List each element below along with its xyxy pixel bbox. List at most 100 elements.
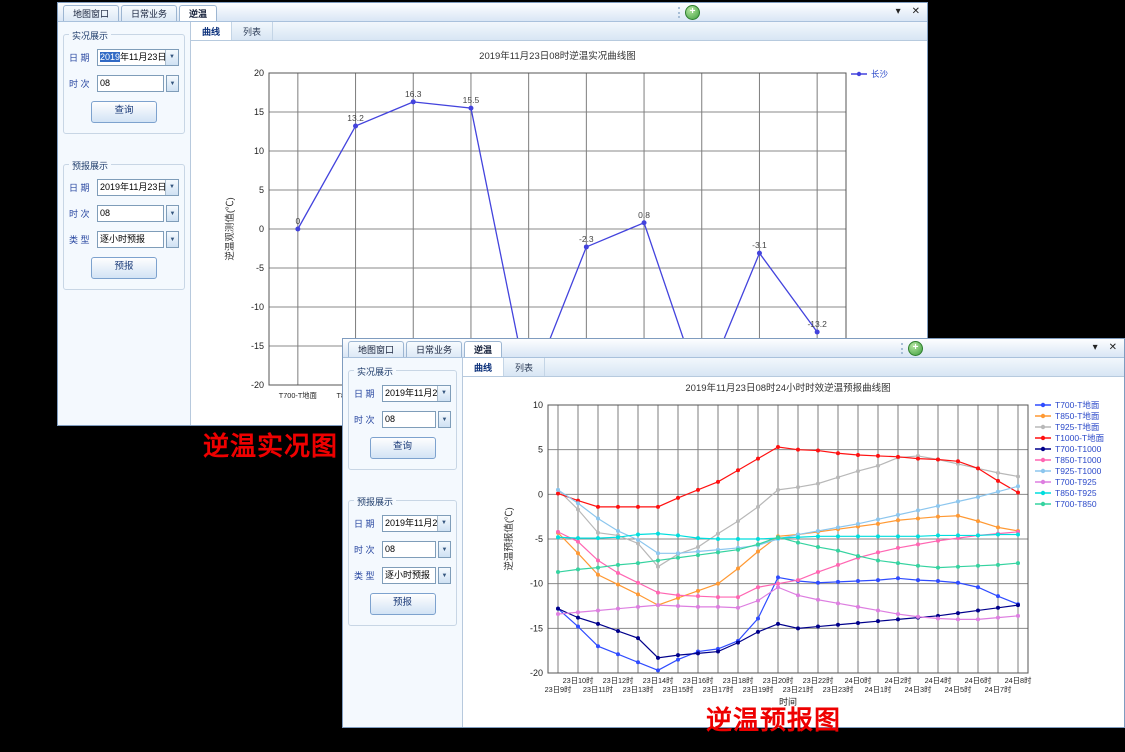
svg-text:10: 10 — [254, 146, 264, 156]
menu-arrow-icon[interactable]: ▾ — [1093, 341, 1098, 354]
svg-text:长沙: 长沙 — [871, 69, 889, 79]
tab-inversion[interactable]: 逆温 — [464, 341, 502, 357]
svg-text:-13.2: -13.2 — [807, 319, 827, 329]
time-label: 时 次 — [354, 413, 382, 426]
close-icon[interactable]: ✕ — [1109, 341, 1117, 354]
add-icon[interactable]: + — [908, 341, 923, 356]
svg-text:23日19时: 23日19时 — [743, 685, 775, 694]
forecast-time-input[interactable]: 08 — [97, 205, 164, 222]
live-display-group: 实况展示 日 期 2019年11月23日▼ 时 次 08 ▼ 查询 — [348, 370, 457, 470]
svg-text:24日2时: 24日2时 — [885, 676, 912, 685]
time-label: 时 次 — [354, 543, 382, 556]
svg-text:5: 5 — [538, 445, 543, 455]
view-tab-bar: 曲线 列表 — [463, 358, 1124, 377]
group-title: 预报展示 — [69, 159, 111, 172]
live-time-input[interactable]: 08 — [97, 75, 164, 92]
chevron-down-icon[interactable]: ▼ — [438, 541, 451, 558]
svg-text:23日12时: 23日12时 — [603, 676, 635, 685]
add-icon[interactable]: + — [685, 5, 700, 20]
menu-arrow-icon[interactable]: ▾ — [896, 5, 901, 18]
live-date-input[interactable]: 2019年11月23日▼ — [382, 385, 451, 402]
tab-map-window[interactable]: 地图窗口 — [348, 341, 404, 357]
svg-text:0: 0 — [538, 489, 543, 499]
svg-text:16.3: 16.3 — [405, 89, 422, 99]
forecast-display-group: 预报展示 日 期 2019年11月23日▼ 时 次 08 ▼ 类 型 逐小时预报… — [348, 500, 457, 626]
chevron-down-icon[interactable]: ▼ — [437, 386, 450, 401]
svg-text:-10: -10 — [530, 579, 543, 589]
tab-list[interactable]: 列表 — [504, 358, 545, 376]
svg-text:23日22时: 23日22时 — [803, 676, 835, 685]
inversion-forecast-chart: 1050-5-10-15-202019年11月23日08时24小时时效逆温预报曲… — [463, 377, 1124, 727]
mini-toolbar: + — [678, 5, 700, 20]
svg-text:T850-T1000: T850-T1000 — [1055, 455, 1102, 465]
tab-list[interactable]: 列表 — [232, 22, 273, 40]
forecast-type-input[interactable]: 逐小时预报 — [97, 231, 164, 248]
svg-text:0: 0 — [259, 224, 264, 234]
svg-text:10: 10 — [533, 400, 543, 410]
chevron-down-icon[interactable]: ▼ — [166, 205, 179, 222]
time-label: 时 次 — [69, 207, 97, 220]
svg-text:T700-T925: T700-T925 — [1055, 477, 1097, 487]
forecast-date-input[interactable]: 2019年11月23日▼ — [97, 179, 179, 196]
window-controls: ▾ ✕ — [1093, 341, 1117, 354]
svg-text:23日10时: 23日10时 — [563, 676, 595, 685]
chevron-down-icon[interactable]: ▼ — [166, 231, 179, 248]
svg-text:T850-T地面: T850-T地面 — [1055, 411, 1100, 421]
svg-text:23日15时: 23日15时 — [663, 685, 695, 694]
svg-text:23日11时: 23日11时 — [583, 685, 614, 694]
tab-curve[interactable]: 曲线 — [463, 358, 504, 376]
date-label: 日 期 — [354, 517, 382, 530]
query-button[interactable]: 查询 — [91, 101, 157, 123]
chevron-down-icon[interactable]: ▼ — [438, 411, 451, 428]
forecast-button[interactable]: 预报 — [370, 593, 436, 615]
caption-actual: 逆温实况图 — [203, 426, 338, 463]
svg-text:23日21时: 23日21时 — [783, 685, 815, 694]
date-label: 日 期 — [69, 51, 97, 64]
forecast-time-input[interactable]: 08 — [382, 541, 436, 558]
svg-text:24日6时: 24日6时 — [965, 676, 992, 685]
forecast-button[interactable]: 预报 — [91, 257, 157, 279]
svg-text:T700-T地面: T700-T地面 — [279, 391, 317, 400]
svg-text:23日16时: 23日16时 — [683, 676, 715, 685]
live-date-input[interactable]: 2019年11月23日▼ — [97, 49, 179, 66]
inversion-forecast-window: 地图窗口 日常业务 逆温 + ▾ ✕ 实况展示 日 期 2019年11月23日▼… — [342, 338, 1125, 728]
date-label: 日 期 — [354, 387, 382, 400]
forecast-type-input[interactable]: 逐小时预报 — [382, 567, 436, 584]
window-controls: ▾ ✕ — [896, 5, 920, 18]
chevron-down-icon[interactable]: ▼ — [166, 75, 179, 92]
query-button[interactable]: 查询 — [370, 437, 436, 459]
live-time-input[interactable]: 08 — [382, 411, 436, 428]
svg-text:23日20时: 23日20时 — [763, 676, 795, 685]
close-icon[interactable]: ✕ — [912, 5, 920, 18]
window-tab-bar-back: 地图窗口 日常业务 逆温 + ▾ ✕ — [58, 3, 927, 22]
chevron-down-icon[interactable]: ▼ — [165, 50, 178, 65]
drag-grip[interactable] — [678, 7, 680, 18]
tab-inversion[interactable]: 逆温 — [179, 5, 217, 21]
tab-daily-business[interactable]: 日常业务 — [121, 5, 177, 21]
svg-text:-2.3: -2.3 — [579, 234, 594, 244]
control-panel-back: 实况展示 日 期 2019年11月23日▼ 时 次 08 ▼ 查询 预报展示 日… — [58, 22, 191, 425]
svg-text:逆温预报值(℃): 逆温预报值(℃) — [503, 507, 515, 570]
type-label: 类 型 — [69, 233, 97, 246]
mini-toolbar: + — [901, 341, 923, 356]
group-title: 实况展示 — [354, 365, 396, 378]
chevron-down-icon[interactable]: ▼ — [437, 516, 450, 531]
svg-text:-5: -5 — [535, 534, 543, 544]
svg-text:24日5时: 24日5时 — [945, 685, 972, 694]
drag-grip[interactable] — [901, 343, 903, 354]
tab-curve[interactable]: 曲线 — [191, 22, 232, 40]
svg-text:-20: -20 — [530, 668, 543, 678]
chevron-down-icon[interactable]: ▼ — [165, 180, 178, 195]
tab-map-window[interactable]: 地图窗口 — [63, 5, 119, 21]
live-display-group: 实况展示 日 期 2019年11月23日▼ 时 次 08 ▼ 查询 — [63, 34, 185, 134]
svg-text:15: 15 — [254, 107, 264, 117]
svg-text:20: 20 — [254, 68, 264, 78]
view-tab-bar: 曲线 列表 — [191, 22, 927, 41]
svg-text:2019年11月23日08时24小时时效逆温预报曲线图: 2019年11月23日08时24小时时效逆温预报曲线图 — [685, 382, 890, 394]
chevron-down-icon[interactable]: ▼ — [438, 567, 451, 584]
svg-text:-10: -10 — [251, 302, 264, 312]
forecast-date-input[interactable]: 2019年11月23日▼ — [382, 515, 451, 532]
tab-daily-business[interactable]: 日常业务 — [406, 341, 462, 357]
group-title: 实况展示 — [69, 29, 111, 42]
svg-text:T700-T850: T700-T850 — [1055, 499, 1097, 509]
